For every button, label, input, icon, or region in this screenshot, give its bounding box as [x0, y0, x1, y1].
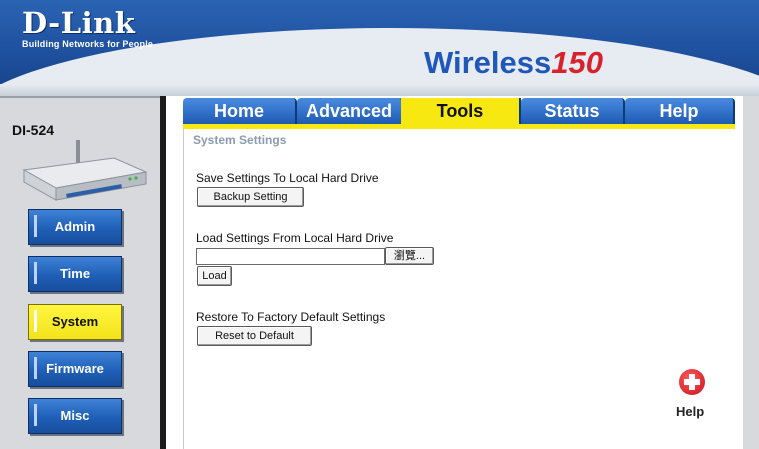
- restore-defaults-label: Restore To Factory Default Settings: [196, 310, 386, 324]
- tab-status[interactable]: Status: [521, 98, 625, 124]
- tab-label: Advanced: [305, 101, 393, 121]
- model-name: DI-524: [12, 122, 55, 138]
- dlink-logo: D-Link Building Networks for People: [22, 8, 153, 49]
- header-shade: [0, 84, 759, 96]
- help-plus-icon[interactable]: [679, 369, 705, 395]
- product-number: 150: [551, 45, 603, 80]
- sidebar-divider: [160, 96, 166, 449]
- help-link[interactable]: Help: [676, 404, 704, 419]
- logo-tagline: Building Networks for People: [22, 39, 154, 49]
- sidebar-item-misc[interactable]: Misc: [28, 398, 122, 434]
- sidebar-item-label: Misc: [60, 408, 90, 423]
- sidebar-item-label: System: [51, 314, 99, 329]
- tab-label: Tools: [436, 101, 484, 121]
- backup-setting-button[interactable]: Backup Setting: [197, 187, 304, 207]
- sidebar: DI-524 Admin Time System Firmware Misc: [0, 96, 160, 449]
- logo-name: D-Link: [22, 6, 136, 40]
- sidebar-item-time[interactable]: Time: [28, 256, 122, 292]
- product-logo: Wireless150: [424, 46, 603, 80]
- tab-label: Status: [544, 101, 600, 121]
- router-image: [22, 140, 148, 201]
- main-tabs: Home Advanced Tools Status Help: [183, 98, 735, 124]
- load-button[interactable]: Load: [197, 266, 232, 286]
- sidebar-item-firmware[interactable]: Firmware: [28, 351, 122, 387]
- sidebar-item-admin[interactable]: Admin: [28, 209, 122, 245]
- product-word: Wireless: [424, 45, 552, 80]
- sidebar-item-label: Time: [59, 266, 91, 281]
- save-settings-label: Save Settings To Local Hard Drive: [196, 171, 379, 185]
- sidebar-item-label: Admin: [54, 219, 96, 234]
- page-title: System Settings: [193, 133, 287, 147]
- tab-help[interactable]: Help: [625, 98, 735, 124]
- sidebar-item-label: Firmware: [46, 361, 104, 376]
- tab-tools[interactable]: Tools: [401, 98, 521, 124]
- reset-to-default-button[interactable]: Reset to Default: [197, 326, 312, 346]
- sidebar-item-system[interactable]: System: [28, 304, 122, 340]
- file-path-input[interactable]: [196, 248, 385, 265]
- tab-advanced[interactable]: Advanced: [297, 98, 403, 124]
- load-settings-label: Load Settings From Local Hard Drive: [196, 231, 394, 245]
- tab-label: Home: [213, 101, 264, 121]
- sidebar-top-rule: [0, 96, 160, 98]
- right-margin: [743, 96, 759, 449]
- tab-label: Help: [659, 101, 699, 121]
- header-banner: D-Link Building Networks for People Wire…: [0, 0, 759, 96]
- tab-home[interactable]: Home: [183, 98, 297, 124]
- browse-button[interactable]: 瀏覽...: [385, 247, 434, 265]
